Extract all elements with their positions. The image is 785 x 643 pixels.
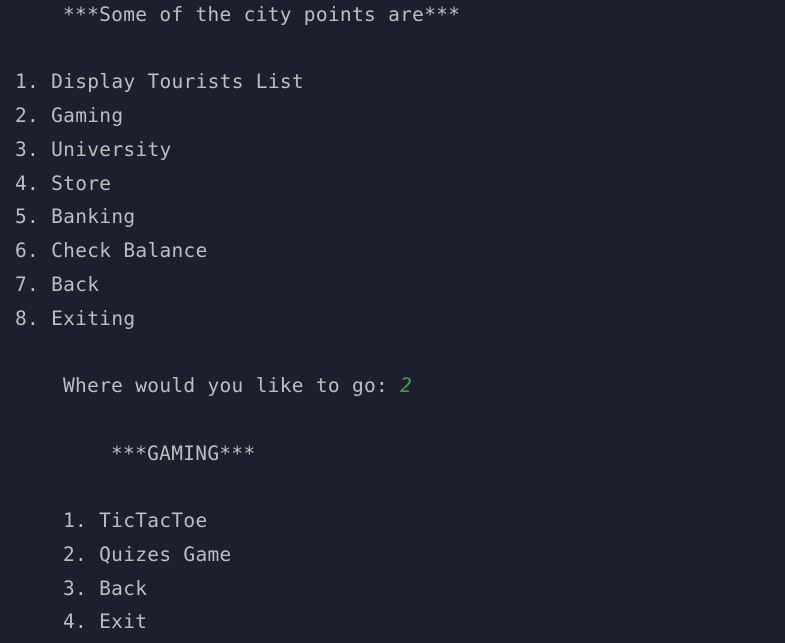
menu-item-back: 7. Back	[15, 273, 100, 296]
destination-prompt[interactable]: Where would you like to go: 2	[63, 374, 412, 398]
console-output: ***Some of the city points are*** 1. Dis…	[0, 0, 785, 643]
menu-item-gaming: 2. Gaming	[15, 104, 124, 127]
menu-item-university: 3. University	[15, 138, 172, 161]
gaming-item-exit: 4. Exit	[63, 610, 148, 633]
destination-prompt-label: Where would you like to go:	[63, 374, 401, 397]
menu-item-check-balance: 6. Check Balance	[15, 239, 208, 262]
gaming-item-tictactoe: 1. TicTacToe	[63, 509, 208, 532]
gaming-header: ***GAMING***	[111, 442, 256, 465]
destination-input-value[interactable]: 2	[400, 374, 412, 397]
menu-item-banking: 5. Banking	[15, 205, 136, 228]
menu-item-display-tourists-list: 1. Display Tourists List	[15, 70, 304, 93]
gaming-item-back: 3. Back	[63, 577, 148, 600]
menu-item-store: 4. Store	[15, 172, 112, 195]
city-points-header: ***Some of the city points are***	[63, 3, 461, 26]
gaming-item-quizes-game: 2. Quizes Game	[63, 543, 232, 566]
menu-item-exiting: 8. Exiting	[15, 307, 136, 330]
